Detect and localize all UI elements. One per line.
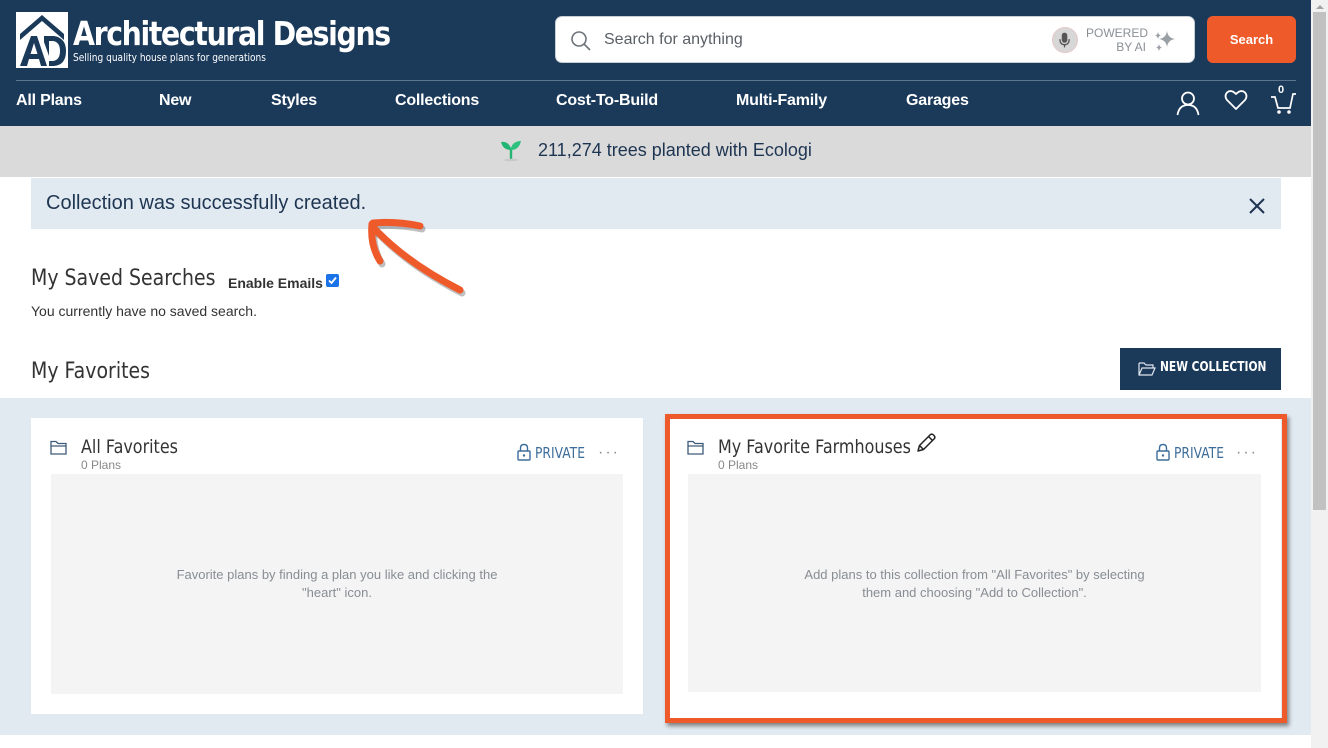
search-icon: [571, 31, 591, 51]
search-input[interactable]: [604, 27, 1034, 53]
collection-plan-count: 0 Plans: [81, 458, 122, 472]
success-alert: Collection was successfully created.: [31, 178, 1281, 229]
voice-search-button[interactable]: [1052, 27, 1078, 53]
user-icon[interactable]: [1175, 90, 1201, 116]
sparkle-icon: [1155, 31, 1175, 51]
new-collection-label: NEW COLLECTION: [1160, 360, 1267, 375]
ecologi-text: 211,274 trees planted with Ecologi: [538, 140, 812, 160]
scroll-thumb[interactable]: [1313, 12, 1326, 510]
nav-collections[interactable]: Collections: [395, 92, 479, 110]
search-bar: POWERED BY AI: [555, 16, 1195, 63]
collection-plan-count: 0 Plans: [718, 458, 759, 472]
nav-all-plans[interactable]: All Plans: [16, 92, 82, 110]
enable-emails-label: Enable Emails: [228, 275, 323, 291]
microphone-icon: [1059, 32, 1070, 48]
favorites-title: My Favorites: [31, 359, 151, 384]
privacy-label: PRIVATE: [535, 444, 585, 462]
sprout-icon: [501, 141, 521, 162]
scroll-up-arrow-icon[interactable]: [1316, 5, 1324, 9]
alert-message: Collection was successfully created.: [46, 192, 367, 214]
cart-count-badge: 0: [1278, 84, 1285, 96]
pencil-edit-icon[interactable]: [915, 432, 937, 454]
folder-icon: [1138, 362, 1156, 376]
search-button[interactable]: Search: [1207, 16, 1296, 63]
folder-icon: [50, 440, 67, 455]
collection-card-all-favorites[interactable]: All Favorites 0 Plans PRIVATE ··· Favori…: [31, 418, 643, 714]
more-options-button[interactable]: ···: [1236, 444, 1258, 462]
powered-line-1: POWERED: [1086, 26, 1149, 40]
no-saved-search-text: You currently have no saved search.: [31, 303, 257, 319]
nav-new[interactable]: New: [159, 92, 192, 110]
lock-icon: [1156, 443, 1170, 461]
saved-searches-title: My Saved Searches: [31, 266, 216, 291]
collection-card-my-favorite-farmhouses[interactable]: My Favorite Farmhouses 0 Plans PRIVATE ·…: [667, 416, 1281, 721]
nav-multi-family[interactable]: Multi-Family: [736, 92, 827, 110]
favorites-section: All Favorites 0 Plans PRIVATE ··· Favori…: [0, 398, 1311, 735]
page-scrollbar[interactable]: [1311, 0, 1328, 748]
empty-text-line-2: them and choosing "Add to Collection".: [862, 585, 1087, 600]
nav-divider: [16, 80, 1296, 81]
empty-text-line-1: Favorite plans by finding a plan you lik…: [176, 567, 498, 582]
privacy-label: PRIVATE: [1174, 444, 1224, 462]
site-header: Architectural Designs Selling quality ho…: [0, 0, 1311, 126]
collection-empty-state: Add plans to this collection from "All F…: [688, 474, 1261, 692]
empty-text-line-1: Add plans to this collection from "All F…: [804, 567, 1145, 582]
ecologi-banner[interactable]: 211,274 trees planted with Ecologi: [0, 126, 1311, 177]
nav-styles[interactable]: Styles: [271, 92, 317, 110]
powered-by-ai-label: POWERED BY AI: [1086, 26, 1149, 54]
close-icon[interactable]: [1247, 196, 1267, 216]
empty-text-line-2: "heart" icon.: [302, 585, 372, 600]
collection-name[interactable]: My Favorite Farmhouses: [718, 436, 911, 458]
lock-icon: [517, 443, 531, 461]
new-collection-button[interactable]: NEW COLLECTION: [1120, 348, 1281, 390]
collection-empty-state: Favorite plans by finding a plan you lik…: [51, 474, 623, 694]
brand-title: Architectural Designs: [73, 14, 391, 53]
arrow-shape: [368, 218, 464, 294]
powered-line-2: BY AI: [1116, 40, 1146, 54]
heart-icon[interactable]: [1223, 87, 1249, 113]
nav-garages[interactable]: Garages: [906, 92, 969, 110]
brand-tagline: Selling quality house plans for generati…: [73, 51, 266, 64]
logo-mark-icon: [16, 12, 68, 68]
nav-cost-to-build[interactable]: Cost-To-Build: [556, 92, 658, 110]
checkmark-icon: [328, 276, 337, 285]
folder-icon: [687, 440, 704, 455]
collection-name[interactable]: All Favorites: [81, 436, 178, 458]
enable-emails-checkbox[interactable]: [326, 274, 339, 287]
more-options-button[interactable]: ···: [598, 444, 620, 462]
brand-logo[interactable]: Architectural Designs Selling quality ho…: [16, 12, 391, 70]
